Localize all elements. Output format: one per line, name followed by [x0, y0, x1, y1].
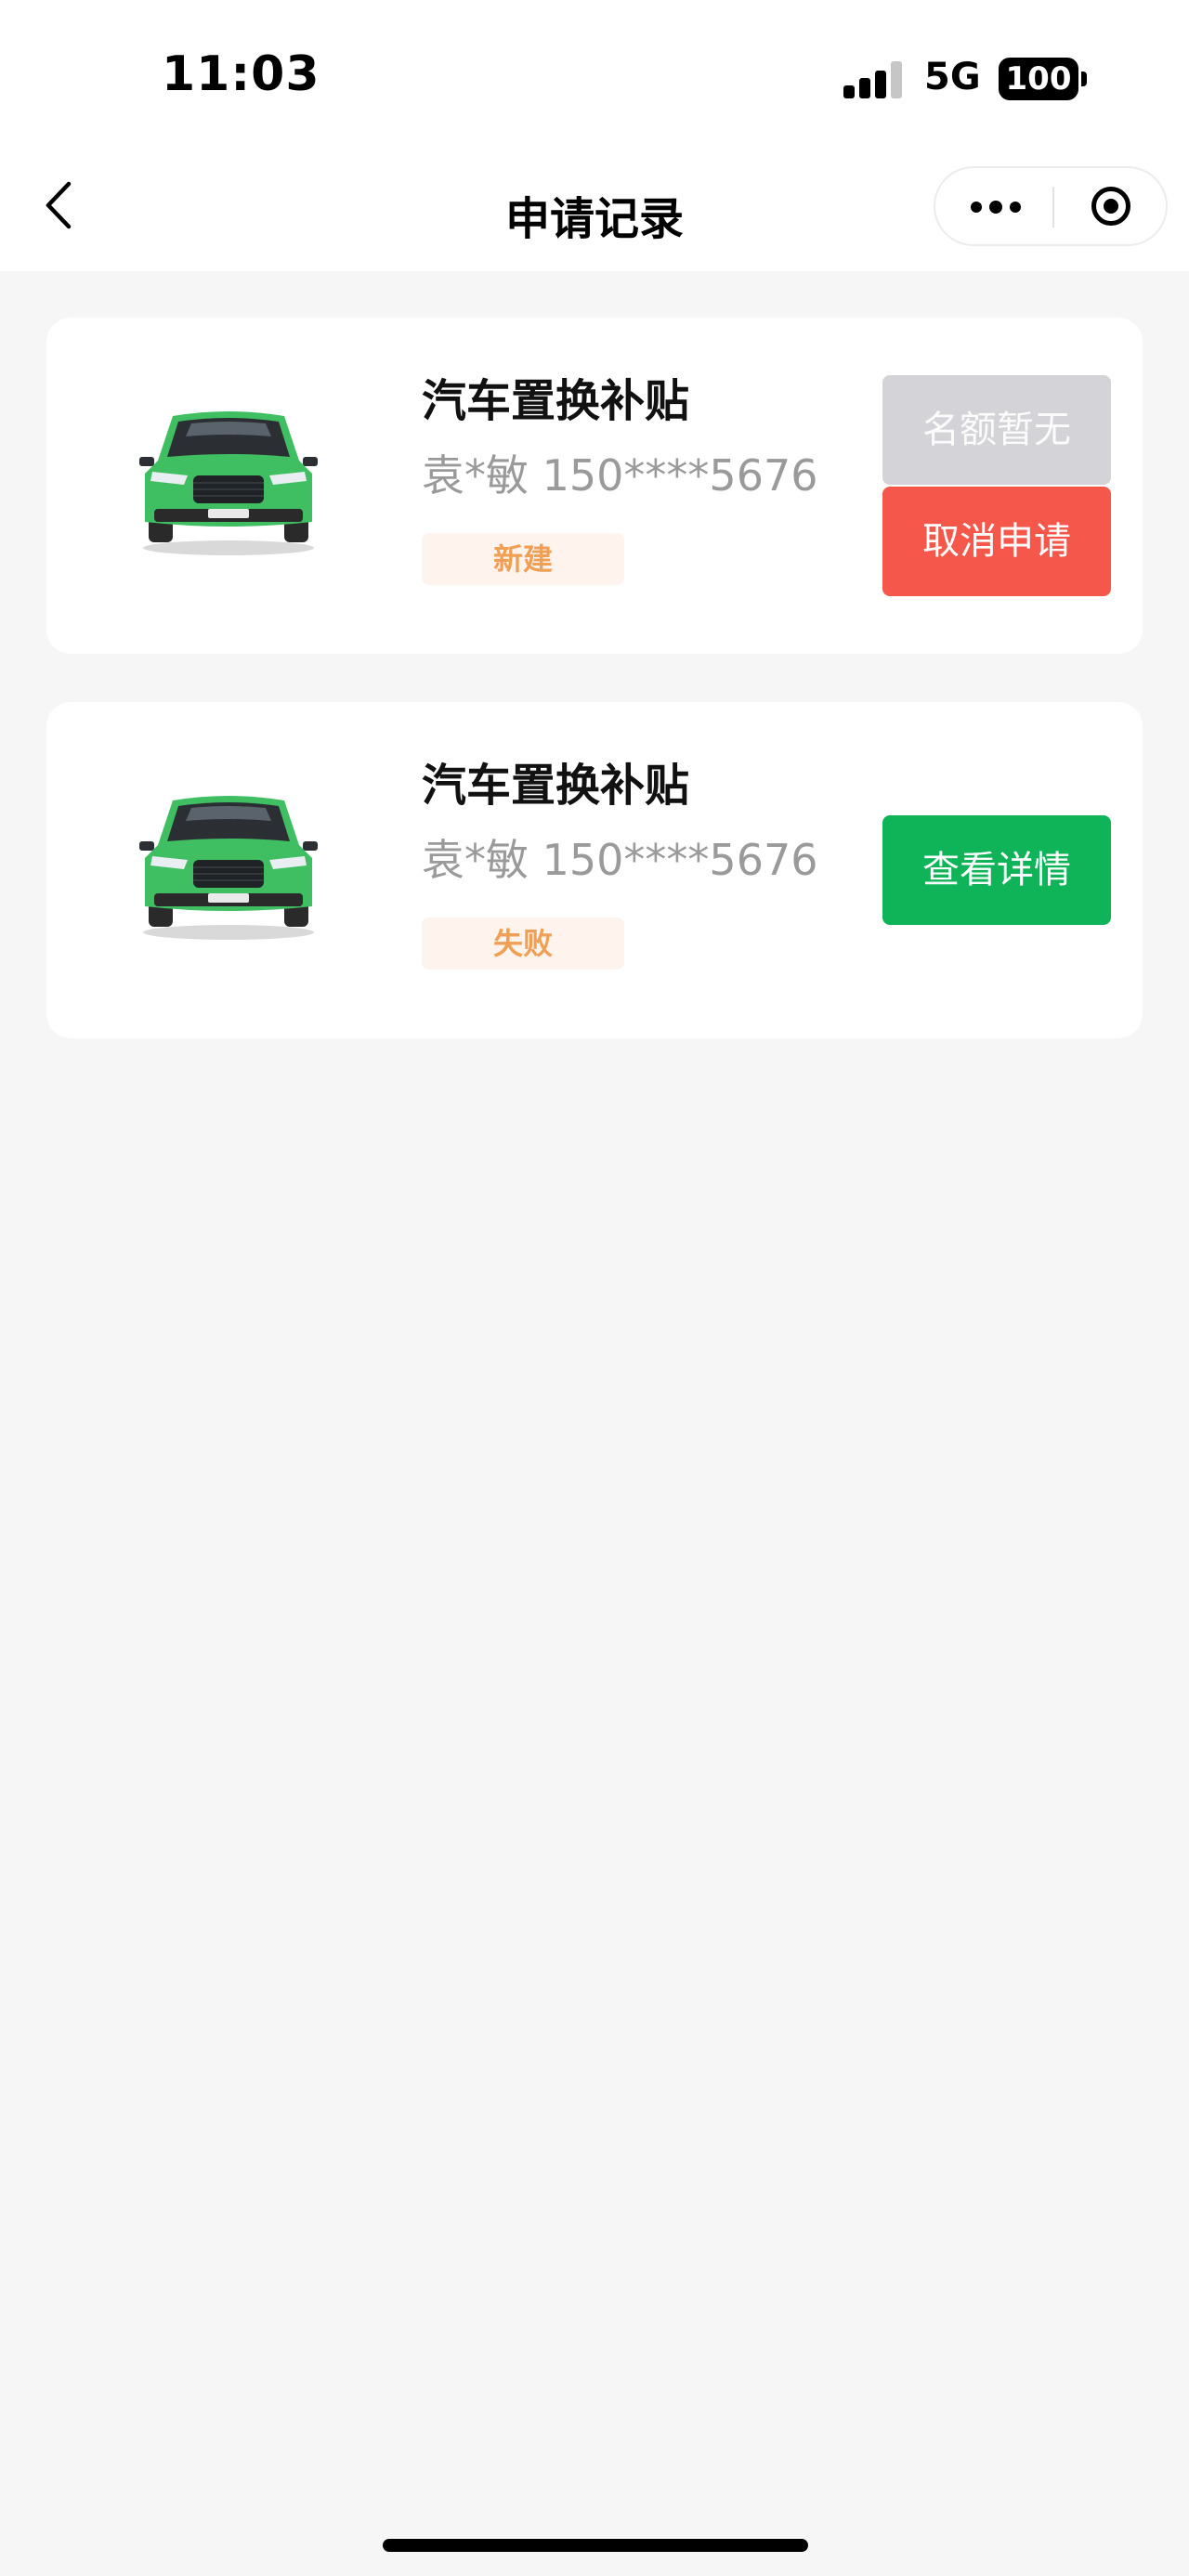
cancel-application-button[interactable]: 取消申请: [882, 487, 1111, 596]
network-type: 5G: [924, 56, 981, 98]
home-indicator: [383, 2539, 808, 2552]
miniprogram-capsule: [934, 166, 1168, 246]
card-title: 汽车置换补贴: [422, 375, 690, 427]
card-title: 汽车置换补贴: [422, 760, 690, 812]
nav-bar: 申请记录: [0, 139, 1189, 271]
signal-icon: [843, 61, 903, 98]
record-card[interactable]: 汽车置换补贴 袁*敏 150****5676 失败 查看详情: [46, 702, 1143, 1038]
status-bar: 11:03 5G 100: [0, 0, 1189, 139]
quota-unavailable-button[interactable]: 名额暂无: [882, 375, 1111, 485]
battery-tip: [1081, 72, 1087, 86]
record-card[interactable]: 汽车置换补贴 袁*敏 150****5676 新建 名额暂无 取消申请: [46, 318, 1143, 654]
status-badge: 失败: [422, 917, 624, 969]
battery-level: 100: [1005, 60, 1072, 98]
car-image: [139, 796, 318, 940]
close-button[interactable]: [1054, 168, 1168, 244]
battery-icon: 100: [999, 58, 1078, 100]
status-badge: 新建: [422, 533, 624, 585]
status-time: 11:03: [162, 46, 320, 102]
car-image: [139, 411, 318, 555]
applicant-info: 袁*敏 150****5676: [422, 835, 818, 885]
applicant-info: 袁*敏 150****5676: [422, 450, 818, 501]
more-button[interactable]: [935, 168, 1052, 244]
view-details-button[interactable]: 查看详情: [882, 815, 1111, 925]
